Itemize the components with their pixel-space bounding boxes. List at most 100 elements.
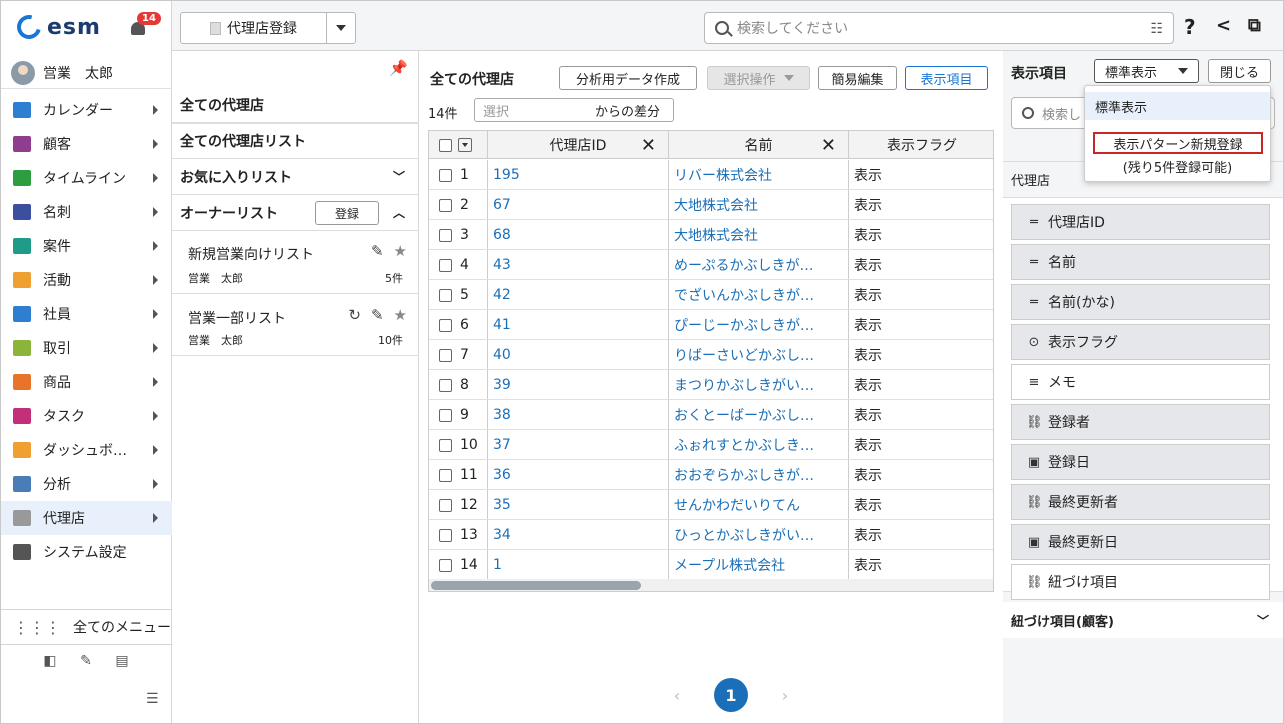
sidebar-item[interactable]: 社員 bbox=[1, 297, 172, 331]
row-checkbox[interactable] bbox=[439, 378, 452, 392]
display-field-item[interactable]: ⛓ 登録者 bbox=[1011, 404, 1270, 440]
edit-list-icon[interactable]: ✎ bbox=[371, 306, 384, 324]
external-link-icon[interactable]: ⧉ bbox=[1248, 15, 1261, 36]
row-checkbox[interactable] bbox=[439, 198, 452, 212]
table-row[interactable]: 8 39 まつりかぶしきがい… 表示 bbox=[429, 370, 993, 400]
table-row[interactable]: 14 1 メープル株式会社 表示 bbox=[429, 550, 993, 580]
table-row[interactable]: 11 36 おおぞらかぶしきが… 表示 bbox=[429, 460, 993, 490]
agency-name-link[interactable]: おくとーばーかぶし… bbox=[669, 400, 814, 430]
next-page-icon[interactable]: › bbox=[768, 680, 802, 710]
wrench-icon[interactable]: ✎ bbox=[77, 653, 95, 671]
star-icon[interactable]: ★ bbox=[394, 242, 407, 260]
star-icon[interactable]: ★ bbox=[394, 306, 407, 324]
bookmark-icon[interactable]: ◧ bbox=[41, 653, 59, 671]
agency-name-link[interactable]: せんかわだいりてん bbox=[669, 490, 800, 520]
sidebar-item[interactable]: 活動 bbox=[1, 263, 172, 297]
agency-id-link[interactable]: 43 bbox=[488, 250, 511, 280]
agency-id-link[interactable]: 1 bbox=[488, 550, 502, 580]
agency-name-link[interactable]: ひっとかぶしきがい… bbox=[669, 520, 814, 550]
all-agencies-item[interactable]: 全ての代理店 bbox=[172, 87, 419, 123]
row-checkbox[interactable] bbox=[439, 498, 452, 512]
favorites-section[interactable]: お気に入りリスト ﹀ bbox=[172, 159, 419, 195]
sidebar-item[interactable]: カレンダー bbox=[1, 93, 172, 127]
select-menu-toggle[interactable] bbox=[458, 138, 472, 152]
agency-name-link[interactable]: ふぉれすとかぶしき… bbox=[669, 430, 814, 460]
table-row[interactable]: 1 195 リバー株式会社 表示 bbox=[429, 160, 993, 190]
display-items-button[interactable]: 表示項目 bbox=[905, 66, 988, 90]
section-linked-customer[interactable]: 紐づけ項目(顧客) ﹀ bbox=[1003, 602, 1283, 638]
quick-edit-button[interactable]: 簡易編集 bbox=[818, 66, 897, 90]
remove-column-icon[interactable]: ✕ bbox=[641, 135, 656, 156]
display-field-item[interactable]: ≡ メモ bbox=[1011, 364, 1270, 400]
all-agency-lists-item[interactable]: 全ての代理店リスト bbox=[172, 123, 419, 159]
display-field-item[interactable]: ⛓ 最終更新者 bbox=[1011, 484, 1270, 520]
select-actions-button[interactable]: 選択操作 bbox=[707, 66, 810, 90]
agency-id-link[interactable]: 67 bbox=[488, 190, 511, 220]
sidebar-item[interactable]: 商品 bbox=[1, 365, 172, 399]
sidebar-item[interactable]: 取引 bbox=[1, 331, 172, 365]
select-all-checkbox[interactable] bbox=[439, 138, 452, 152]
current-page[interactable]: 1 bbox=[714, 678, 748, 712]
row-checkbox[interactable] bbox=[439, 258, 452, 272]
sidebar-item[interactable]: 代理店 bbox=[1, 501, 172, 535]
agency-name-link[interactable]: おおぞらかぶしきが… bbox=[669, 460, 814, 490]
sidebar-item[interactable]: 名刺 bbox=[1, 195, 172, 229]
table-row[interactable]: 9 38 おくとーばーかぶし… 表示 bbox=[429, 400, 993, 430]
app-logo[interactable]: esm bbox=[12, 10, 101, 44]
agency-name-link[interactable]: でざいんかぶしきが… bbox=[669, 280, 814, 310]
display-field-item[interactable]: ▣ 最終更新日 bbox=[1011, 524, 1270, 560]
agency-name-link[interactable]: 大地株式会社 bbox=[669, 190, 758, 220]
agency-id-link[interactable]: 42 bbox=[488, 280, 511, 310]
register-dropdown-toggle[interactable] bbox=[327, 13, 355, 43]
table-row[interactable]: 6 41 ぴーじーかぶしきが… 表示 bbox=[429, 310, 993, 340]
agency-id-link[interactable]: 195 bbox=[488, 160, 520, 190]
list-item[interactable]: 営業一部リスト 営業 太郎 10件 ↻ ✎ ★ bbox=[172, 294, 419, 356]
agency-id-link[interactable]: 41 bbox=[488, 310, 511, 340]
agency-name-link[interactable]: 大地株式会社 bbox=[669, 220, 758, 250]
global-search-input[interactable]: 検索してください ☷ bbox=[704, 12, 1174, 44]
owner-list-section[interactable]: オーナーリスト 登録 ︿ bbox=[172, 195, 419, 231]
table-row[interactable]: 7 40 りばーさいどかぶし… 表示 bbox=[429, 340, 993, 370]
sidebar-item[interactable]: タイムライン bbox=[1, 161, 172, 195]
table-row[interactable]: 4 43 めーぷるかぶしきが… 表示 bbox=[429, 250, 993, 280]
register-list-button[interactable]: 登録 bbox=[315, 201, 379, 225]
table-row[interactable]: 5 42 でざいんかぶしきが… 表示 bbox=[429, 280, 993, 310]
menu-item-new-pattern[interactable]: 表示パターン新規登録 bbox=[1093, 132, 1263, 154]
sidebar-item[interactable]: 顧客 bbox=[1, 127, 172, 161]
row-checkbox[interactable] bbox=[439, 228, 452, 242]
agency-id-link[interactable]: 37 bbox=[488, 430, 511, 460]
display-field-item[interactable]: ═ 名前 bbox=[1011, 244, 1270, 280]
sidebar-item[interactable]: タスク bbox=[1, 399, 172, 433]
all-menu-button[interactable]: ⋮⋮⋮ 全てのメニュー bbox=[1, 609, 172, 645]
agency-name-link[interactable]: メープル株式会社 bbox=[669, 550, 785, 580]
row-checkbox[interactable] bbox=[439, 558, 452, 572]
film-icon[interactable]: ▤ bbox=[113, 653, 131, 671]
sidebar-item[interactable]: 分析 bbox=[1, 467, 172, 501]
agency-name-link[interactable]: めーぷるかぶしきが… bbox=[669, 250, 813, 280]
agency-name-link[interactable]: リバー株式会社 bbox=[669, 160, 772, 190]
agency-id-link[interactable]: 38 bbox=[488, 400, 511, 430]
sidebar-item[interactable]: ダッシュボ… bbox=[1, 433, 172, 467]
row-checkbox[interactable] bbox=[439, 288, 452, 302]
analysis-data-button[interactable]: 分析用データ作成 bbox=[559, 66, 697, 90]
row-checkbox[interactable] bbox=[439, 438, 452, 452]
collapse-sidebar-icon[interactable]: ☰ bbox=[146, 691, 159, 707]
table-row[interactable]: 13 34 ひっとかぶしきがい… 表示 bbox=[429, 520, 993, 550]
row-checkbox[interactable] bbox=[439, 318, 452, 332]
table-row[interactable]: 12 35 せんかわだいりてん 表示 bbox=[429, 490, 993, 520]
agency-id-link[interactable]: 39 bbox=[488, 370, 511, 400]
display-pattern-select[interactable]: 標準表示 bbox=[1094, 59, 1199, 83]
horizontal-scrollbar[interactable] bbox=[429, 579, 993, 591]
table-row[interactable]: 2 67 大地株式会社 表示 bbox=[429, 190, 993, 220]
agency-id-link[interactable]: 68 bbox=[488, 220, 511, 250]
row-checkbox[interactable] bbox=[439, 528, 452, 542]
prev-page-icon[interactable]: ‹ bbox=[660, 680, 694, 710]
refresh-icon[interactable]: ↻ bbox=[348, 306, 361, 324]
sidebar-item[interactable]: システム設定 bbox=[1, 535, 172, 569]
edit-list-icon[interactable]: ✎ bbox=[371, 242, 384, 260]
agency-id-link[interactable]: 34 bbox=[488, 520, 511, 550]
remove-column-icon[interactable]: ✕ bbox=[821, 135, 836, 156]
sidebar-item[interactable]: 案件 bbox=[1, 229, 172, 263]
table-row[interactable]: 10 37 ふぉれすとかぶしき… 表示 bbox=[429, 430, 993, 460]
display-field-item[interactable]: ═ 代理店ID bbox=[1011, 204, 1270, 240]
